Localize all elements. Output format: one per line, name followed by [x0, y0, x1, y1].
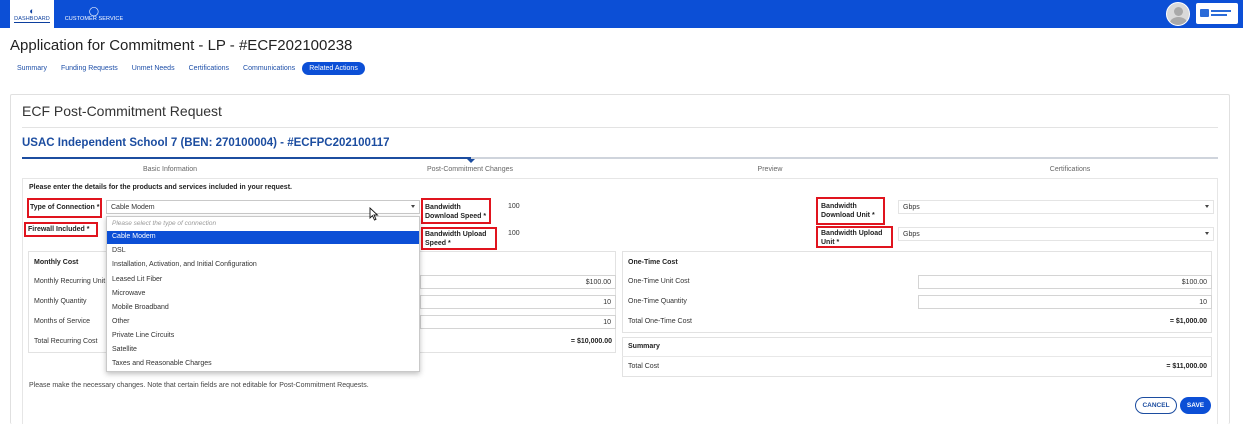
- bw-upload-unit-label: Bandwidth Upload Unit *: [821, 230, 883, 246]
- summary-divider: [622, 356, 1212, 357]
- one-time-unit-cost-label: One-Time Unit Cost: [628, 278, 690, 285]
- chevron-down-icon: [411, 205, 415, 208]
- monthly-quantity-label: Monthly Quantity: [34, 298, 87, 305]
- subtab-funding-requests[interactable]: Funding Requests: [54, 62, 125, 75]
- step-preview[interactable]: Preview: [700, 166, 840, 173]
- save-button[interactable]: SAVE: [1180, 397, 1211, 414]
- months-of-service-input[interactable]: 10: [420, 315, 616, 329]
- bw-download-speed-label: Bandwidth Download Speed *: [425, 204, 487, 220]
- top-nav-bar: ◐ DASHBOARD ◯ CUSTOMER SERVICE: [0, 0, 1243, 28]
- bw-download-speed-input[interactable]: 100: [508, 203, 520, 210]
- bw-upload-unit-value: Gbps: [903, 231, 920, 238]
- nav-tab-dashboard[interactable]: ◐ DASHBOARD: [10, 0, 54, 28]
- page-title: Application for Commitment - LP - #ECF20…: [10, 37, 353, 54]
- bw-download-unit-select[interactable]: Gbps: [898, 200, 1214, 214]
- dropdown-placeholder: Please select the type of connection: [112, 220, 217, 227]
- nav-tab-customer-service-label: CUSTOMER SERVICE: [64, 16, 124, 22]
- subtab-summary[interactable]: Summary: [10, 62, 54, 75]
- dropdown-option[interactable]: Mobile Broadband: [107, 302, 419, 315]
- dropdown-option[interactable]: Cable Modem: [107, 231, 419, 244]
- total-recurring-cost-value: = $10,000.00: [570, 338, 612, 345]
- usac-logo: [1196, 3, 1238, 24]
- dropdown-option[interactable]: Satellite: [107, 344, 419, 357]
- monthly-quantity-input[interactable]: 10: [420, 295, 616, 309]
- dropdown-option[interactable]: Installation, Activation, and Initial Co…: [107, 259, 419, 272]
- school-heading: USAC Independent School 7 (BEN: 27010000…: [22, 137, 390, 149]
- bw-upload-unit-select[interactable]: Gbps: [898, 227, 1214, 241]
- dashboard-icon: ◐: [29, 5, 35, 16]
- mouse-cursor-icon: [369, 207, 379, 221]
- dropdown-option[interactable]: DSL: [107, 245, 419, 258]
- dropdown-option[interactable]: Private Line Circuits: [107, 330, 419, 343]
- one-time-cost-heading: One-Time Cost: [628, 259, 678, 266]
- instructions-text: Please enter the details for the product…: [29, 184, 292, 191]
- dropdown-option[interactable]: Taxes and Reasonable Charges: [107, 358, 419, 371]
- step-post-commitment-changes[interactable]: Post-Commitment Changes: [400, 166, 540, 173]
- subtab-bar: Summary Funding Requests Unmet Needs Cer…: [10, 61, 365, 76]
- step-basic-information[interactable]: Basic Information: [100, 166, 240, 173]
- monthly-recurring-unit-label: Monthly Recurring Unit: [34, 278, 106, 285]
- total-cost-label: Total Cost: [628, 363, 660, 370]
- total-one-time-cost-label: Total One-Time Cost: [628, 318, 692, 325]
- summary-panel: [622, 337, 1212, 377]
- request-title: ECF Post-Commitment Request: [22, 103, 222, 119]
- cancel-button[interactable]: CANCEL: [1135, 397, 1177, 414]
- dropdown-option[interactable]: Microwave: [107, 288, 419, 301]
- bw-download-unit-label: Bandwidth Download Unit *: [821, 203, 875, 219]
- nav-tab-dashboard-label: DASHBOARD: [14, 15, 50, 23]
- total-recurring-cost-label: Total Recurring Cost: [34, 338, 98, 345]
- type-of-connection-options: Please select the type of connection Cab…: [106, 216, 420, 372]
- headset-icon: ◯: [88, 6, 100, 16]
- type-of-connection-label: Type of Connection *: [30, 204, 100, 211]
- type-of-connection-value: Cable Modem: [111, 204, 155, 211]
- subtab-related-actions[interactable]: Related Actions: [302, 62, 365, 75]
- edit-note: Please make the necessary changes. Note …: [29, 382, 369, 389]
- monthly-cost-heading: Monthly Cost: [34, 259, 79, 266]
- subtab-unmet-needs[interactable]: Unmet Needs: [125, 62, 182, 75]
- bw-upload-speed-input[interactable]: 100: [508, 230, 520, 237]
- one-time-quantity-label: One-Time Quantity: [628, 298, 687, 305]
- bw-upload-speed-label: Bandwidth Upload Speed *: [425, 231, 487, 247]
- divider: [22, 127, 1218, 128]
- months-of-service-label: Months of Service: [34, 318, 91, 325]
- one-time-unit-cost-input[interactable]: $100.00: [918, 275, 1212, 289]
- nav-tab-customer-service[interactable]: ◯ CUSTOMER SERVICE: [60, 0, 128, 28]
- step-certifications[interactable]: Certifications: [1000, 166, 1140, 173]
- dropdown-option[interactable]: Leased Lit Fiber: [107, 274, 419, 287]
- total-cost-value: = $11,000.00: [1166, 363, 1207, 370]
- total-one-time-cost-value: = $1,000.00: [1169, 318, 1207, 325]
- monthly-recurring-unit-input[interactable]: $100.00: [420, 275, 616, 289]
- chevron-down-icon: [1205, 205, 1209, 208]
- bw-download-unit-value: Gbps: [903, 204, 920, 211]
- subtab-communications[interactable]: Communications: [236, 62, 302, 75]
- subtab-certifications[interactable]: Certifications: [182, 62, 236, 75]
- summary-heading: Summary: [628, 343, 660, 350]
- firewall-included-label: Firewall Included *: [28, 226, 90, 233]
- one-time-quantity-input[interactable]: 10: [918, 295, 1212, 309]
- stepper-progress: [22, 157, 471, 159]
- dropdown-option[interactable]: Other: [107, 316, 419, 329]
- user-avatar[interactable]: [1166, 2, 1190, 26]
- stepper-current-marker: [467, 159, 475, 163]
- chevron-down-icon: [1205, 232, 1209, 235]
